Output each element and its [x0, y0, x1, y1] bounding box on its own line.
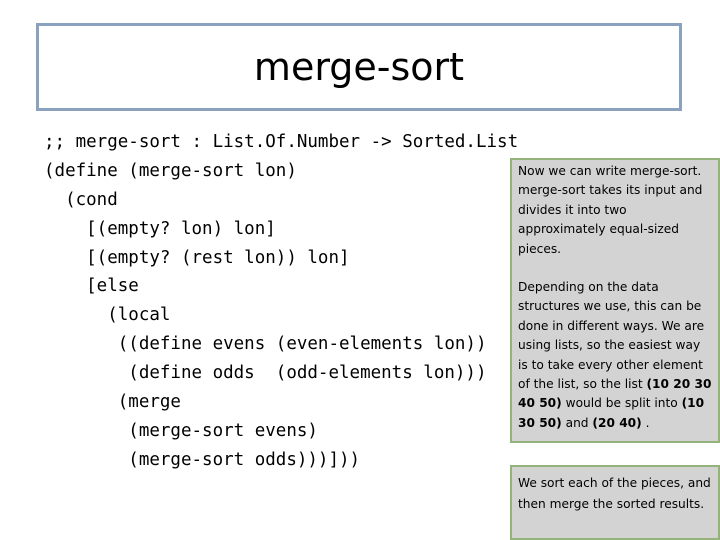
explanation-text: would be split into	[561, 396, 682, 411]
summary-text: We sort each of the pieces, and then mer…	[518, 476, 711, 511]
summary-note: We sort each of the pieces, and then mer…	[510, 465, 720, 540]
code-line: ((define evens (even-elements lon))	[44, 334, 487, 355]
code-line: (merge-sort odds)))]))	[44, 449, 361, 470]
code-line: [else	[44, 276, 139, 297]
explanation-para-1: Now we can write merge-sort. merge-sort …	[518, 164, 703, 256]
example-part-even: (20 40)	[592, 415, 642, 430]
code-line: (define (merge-sort lon)	[44, 160, 297, 181]
code-line: (merge-sort evens)	[44, 420, 318, 441]
explanation-para-2: Depending on the data structures we use,…	[518, 278, 712, 433]
code-line: [(empty? lon) lon]	[44, 218, 276, 239]
code-line: (define odds (odd-elements lon)))	[44, 363, 487, 384]
code-line: [(empty? (rest lon)) lon]	[44, 247, 350, 268]
code-line: (cond	[44, 189, 118, 210]
slide-title: merge-sort	[253, 45, 465, 89]
explanation-note: Now we can write merge-sort. merge-sort …	[510, 158, 720, 443]
code-line: (merge	[44, 392, 181, 413]
explanation-text: .	[641, 415, 650, 430]
explanation-text: and	[561, 415, 593, 430]
code-block: ;; merge-sort : List.Of.Number -> Sorted…	[44, 128, 518, 475]
code-line: (local	[44, 305, 171, 326]
title-box: merge-sort	[36, 23, 682, 111]
explanation-text: Depending on the data structures we use,…	[518, 280, 705, 392]
code-line: ;; merge-sort : List.Of.Number -> Sorted…	[44, 132, 519, 152]
